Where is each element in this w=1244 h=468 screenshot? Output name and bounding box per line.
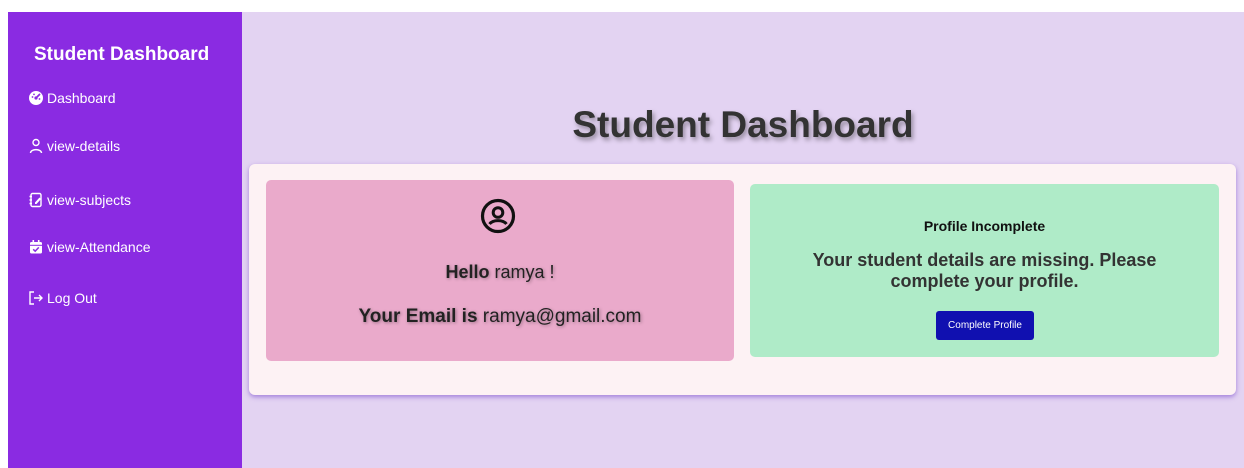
user-name: ramya ! (494, 262, 555, 282)
user-info-card: Hello ramya ! Your Email is ramya@gmail.… (266, 180, 734, 361)
sidebar-item-label: view-subjects (47, 192, 132, 208)
sidebar-item-log-out[interactable]: Log Out (28, 290, 97, 306)
sidebar-item-label: Dashboard (47, 90, 116, 106)
calendar-check-icon (28, 239, 44, 255)
complete-profile-button[interactable]: Complete Profile (936, 311, 1034, 340)
logout-icon (28, 290, 44, 306)
email-text: Your Email is ramya@gmail.com (266, 306, 734, 328)
sidebar-item-label: view-details (47, 138, 121, 154)
sidebar-item-label: view-Attendance (47, 239, 151, 255)
sidebar-item-dashboard[interactable]: Dashboard (28, 90, 116, 106)
sidebar: Student Dashboard Dashboard view-details… (8, 12, 242, 468)
user-email: ramya@gmail.com (482, 306, 642, 327)
main-content: Student Dashboard Hello ramya ! Your Ema… (242, 12, 1244, 468)
email-prefix: Your Email is (358, 306, 478, 327)
sidebar-item-view-attendance[interactable]: view-Attendance (28, 239, 151, 255)
sidebar-item-label: Log Out (47, 290, 97, 306)
dashboard-icon (28, 90, 44, 106)
page-title: Student Dashboard (572, 104, 914, 145)
greeting-text: Hello ramya ! (266, 262, 734, 283)
greeting-prefix: Hello (445, 262, 490, 282)
dashboard-container: Hello ramya ! Your Email is ramya@gmail.… (249, 164, 1236, 395)
sidebar-title: Student Dashboard (34, 44, 210, 65)
user-circle-icon (480, 198, 516, 234)
sidebar-item-view-subjects[interactable]: view-subjects (28, 192, 131, 208)
user-icon (28, 138, 44, 154)
profile-status-message: Your student details are missing. Please… (812, 250, 1157, 291)
profile-status-card: Profile Incomplete Your student details … (750, 184, 1219, 357)
profile-status-heading: Profile Incomplete (923, 218, 1046, 234)
notebook-edit-icon (28, 192, 44, 208)
sidebar-item-view-details[interactable]: view-details (28, 138, 120, 154)
